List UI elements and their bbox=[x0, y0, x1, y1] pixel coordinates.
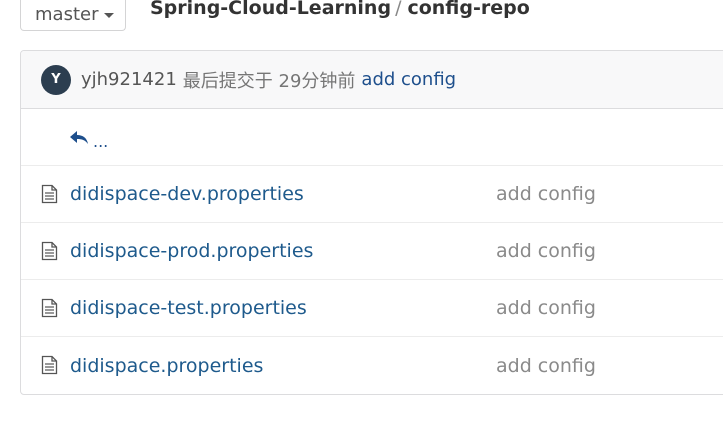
file-row[interactable]: didispace-dev.properties add config bbox=[21, 166, 723, 223]
file-text-icon bbox=[41, 241, 58, 261]
breadcrumb: Spring-Cloud-Learning / config-repo bbox=[150, 0, 530, 19]
file-text-icon bbox=[41, 298, 58, 318]
parent-directory-label: ... bbox=[93, 131, 109, 151]
file-commit-message[interactable]: add config bbox=[496, 240, 596, 262]
caret-down-icon bbox=[104, 12, 115, 18]
file-name-link[interactable]: didispace-prod.properties bbox=[70, 240, 313, 262]
avatar[interactable]: Y bbox=[41, 64, 71, 95]
latest-commit-bar: Y yjh921421 最后提交于 29分钟前 add config bbox=[21, 51, 723, 109]
file-commit-message[interactable]: add config bbox=[496, 355, 596, 377]
parent-directory-row[interactable]: ... bbox=[21, 109, 723, 166]
breadcrumb-repo-link[interactable]: Spring-Cloud-Learning bbox=[150, 0, 391, 19]
breadcrumb-separator: / bbox=[395, 0, 402, 19]
branch-label: master bbox=[35, 4, 99, 25]
file-row[interactable]: didispace-test.properties add config bbox=[21, 280, 723, 337]
branch-selector-button[interactable]: master bbox=[20, 0, 126, 31]
file-name-link[interactable]: didispace-test.properties bbox=[70, 297, 307, 319]
file-name-link[interactable]: didispace-dev.properties bbox=[70, 183, 304, 205]
file-commit-message[interactable]: add config bbox=[496, 297, 596, 319]
file-row[interactable]: didispace-prod.properties add config bbox=[21, 223, 723, 280]
breadcrumb-folder-link[interactable]: config-repo bbox=[407, 0, 529, 19]
file-text-icon bbox=[41, 184, 58, 204]
reply-back-icon bbox=[70, 131, 88, 144]
commit-message-link[interactable]: add config bbox=[361, 69, 456, 90]
commit-author[interactable]: yjh921421 bbox=[81, 69, 177, 90]
file-tree-panel: Y yjh921421 最后提交于 29分钟前 add config ... d… bbox=[20, 50, 723, 395]
file-text-icon bbox=[41, 355, 58, 375]
file-row[interactable]: didispace.properties add config bbox=[21, 337, 723, 394]
commit-time: 最后提交于 29分钟前 bbox=[182, 70, 356, 92]
file-commit-message[interactable]: add config bbox=[496, 183, 596, 205]
top-bar: master Spring-Cloud-Learning / config-repo bbox=[0, 0, 723, 36]
file-name-link[interactable]: didispace.properties bbox=[70, 355, 263, 377]
